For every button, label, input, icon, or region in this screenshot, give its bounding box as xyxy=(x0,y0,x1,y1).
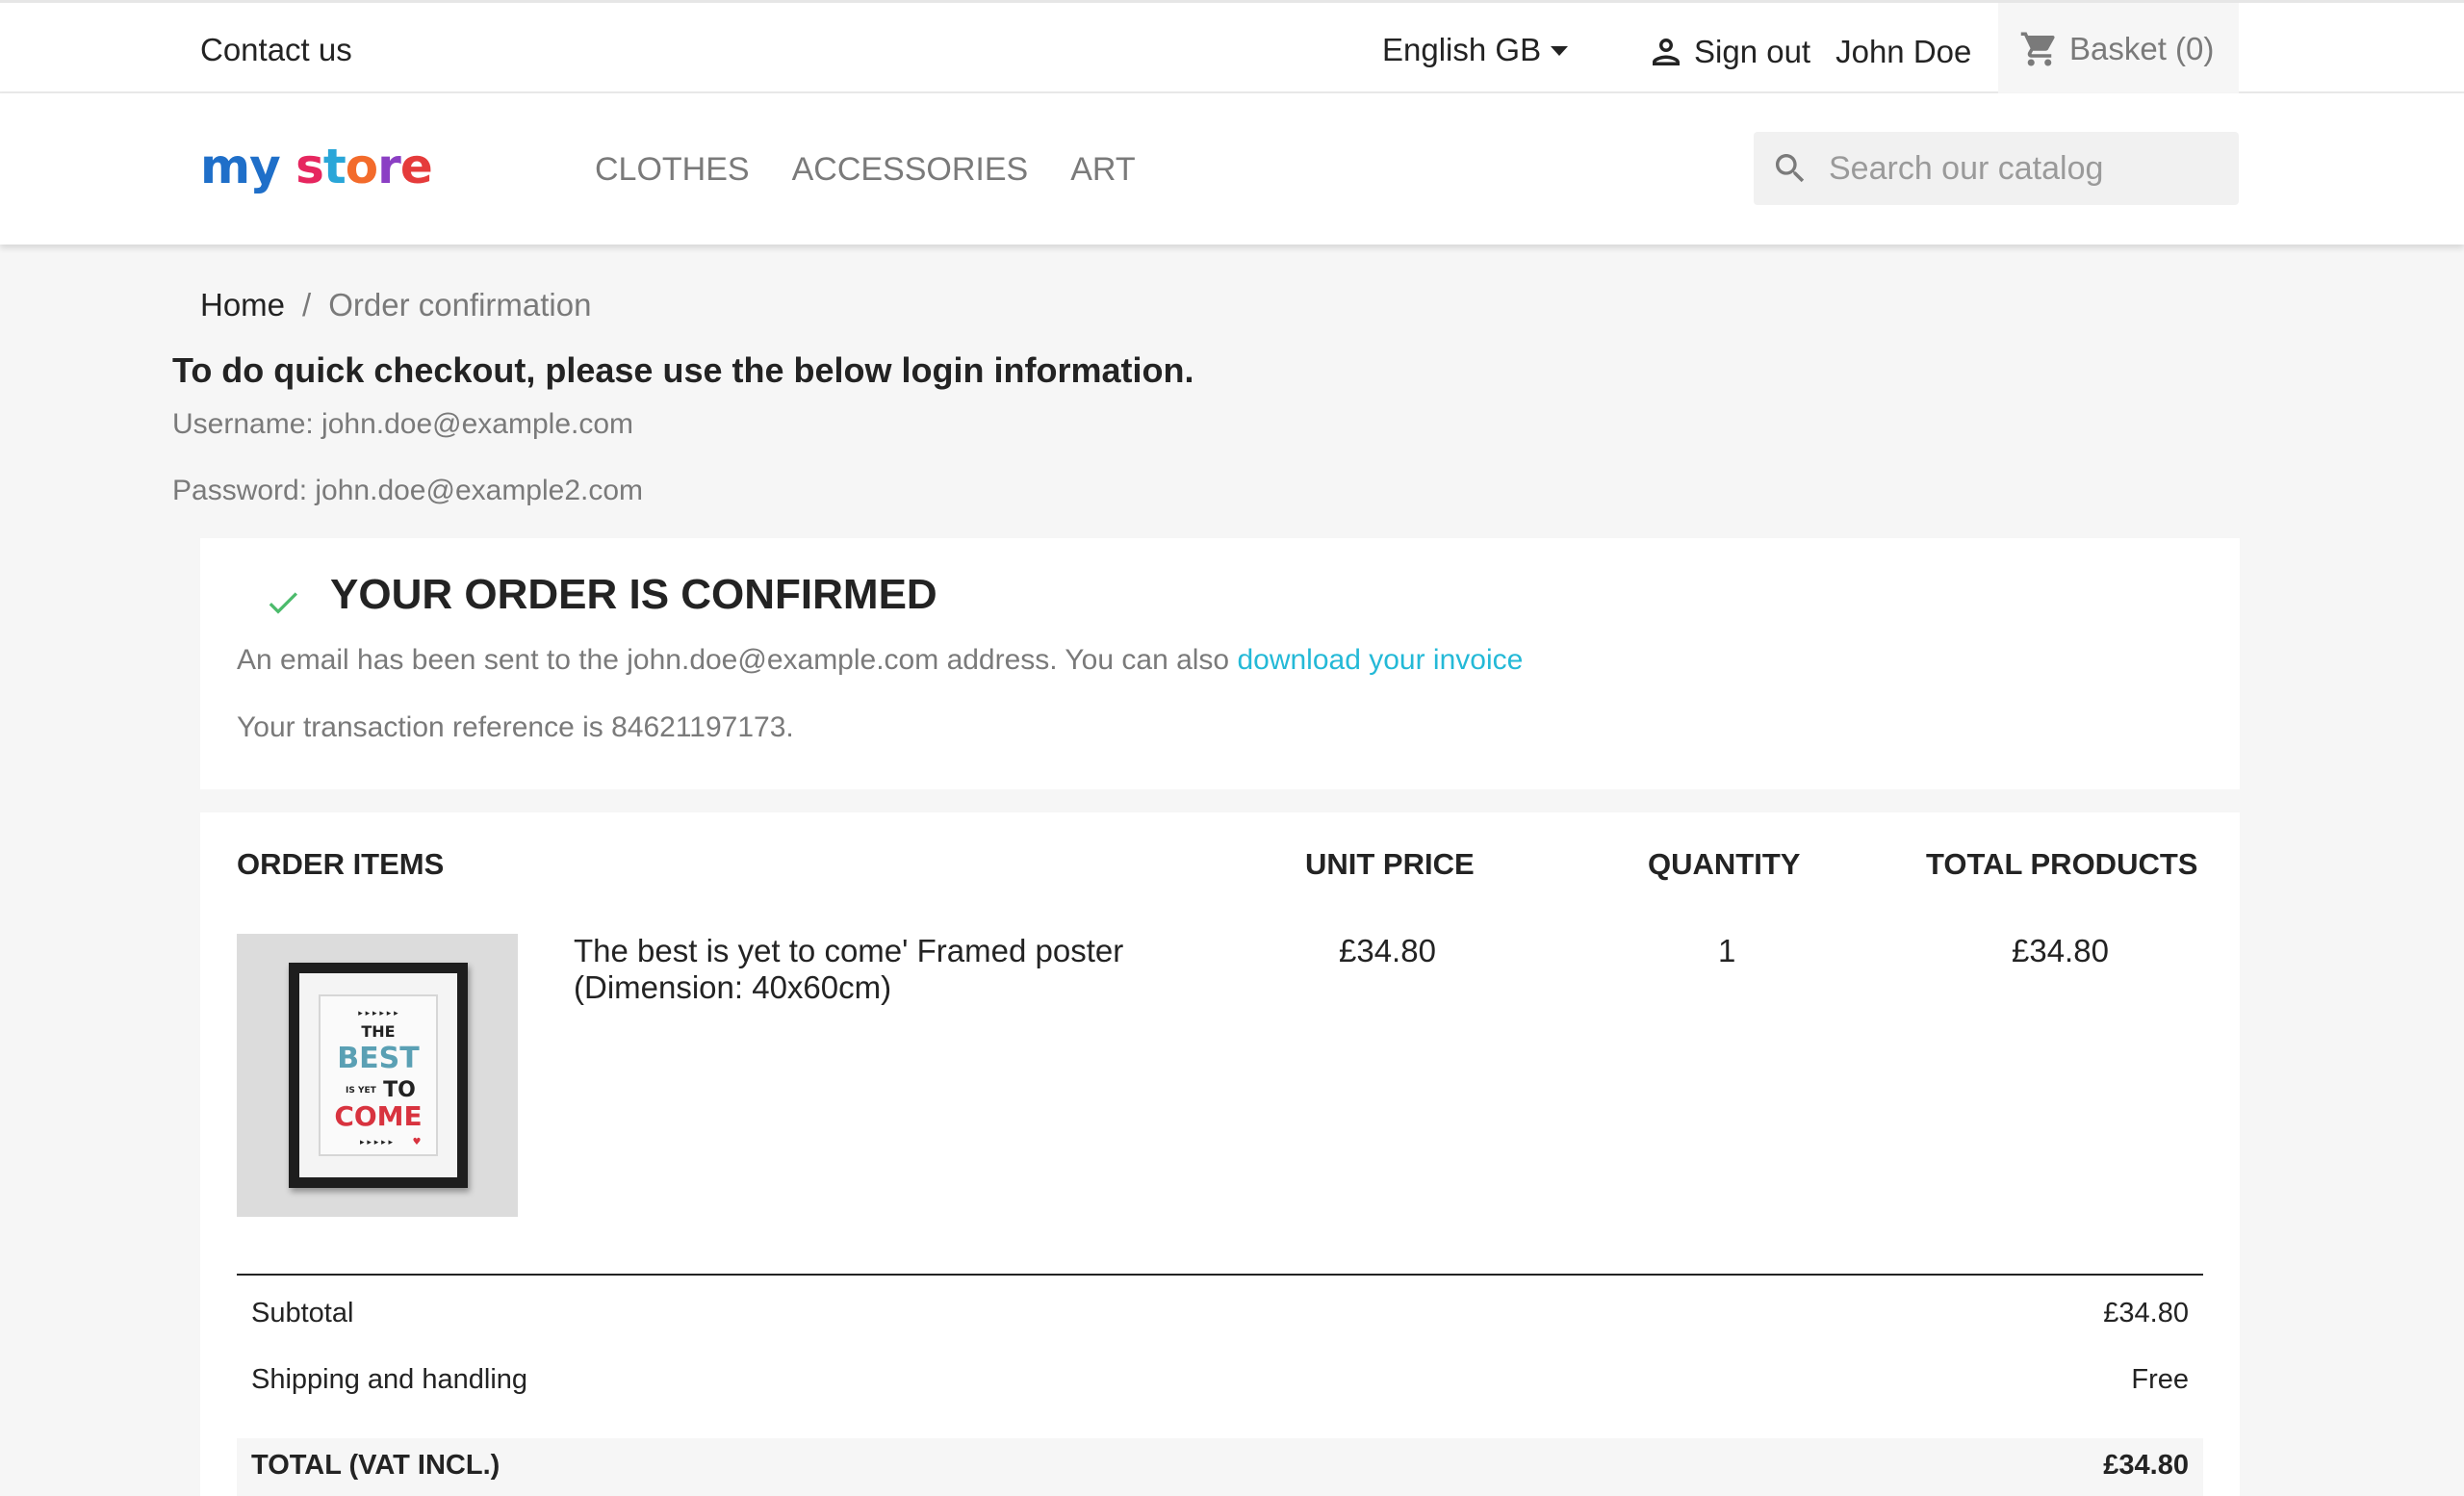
caret-down-icon xyxy=(1551,46,1569,56)
subtotal-row: Subtotal £34.80 xyxy=(237,1286,2203,1344)
search-box xyxy=(1754,132,2239,205)
store-logo[interactable]: my store xyxy=(200,139,433,194)
user-icon xyxy=(1653,39,1680,65)
totals-divider xyxy=(237,1274,2203,1276)
svg-text:▸ ▸ ▸ ▸ ▸: ▸ ▸ ▸ ▸ ▸ xyxy=(360,1138,394,1148)
search-input[interactable] xyxy=(1829,149,2214,188)
order-items-card: ORDER ITEMS UNIT PRICE QUANTITY TOTAL PR… xyxy=(200,812,2240,1496)
breadcrumb: Home / Order confirmation xyxy=(200,287,591,323)
header-total-products: TOTAL PRODUCTS xyxy=(1926,847,2198,881)
top-header: Contact us English GB Sign out John Doe … xyxy=(0,0,2464,94)
email-notice-text: An email has been sent to the john.doe@e… xyxy=(237,644,1238,676)
quantity-value: 1 xyxy=(1718,933,1736,968)
menu-item-clothes[interactable]: CLOTHES xyxy=(595,151,750,189)
shipping-label: Shipping and handling xyxy=(251,1364,528,1395)
cart-icon xyxy=(2020,32,2055,65)
breadcrumb-home[interactable]: Home xyxy=(200,287,285,323)
header-quantity: QUANTITY xyxy=(1648,847,1801,881)
total-value: £34.80 xyxy=(2103,1450,2189,1481)
basket-button[interactable]: Basket (0) xyxy=(1998,3,2239,94)
shipping-row: Shipping and handling Free xyxy=(237,1353,2203,1410)
header-order-items: ORDER ITEMS xyxy=(237,847,445,881)
transaction-reference: Your transaction reference is 8462119717… xyxy=(237,711,794,743)
email-notice: An email has been sent to the john.doe@e… xyxy=(237,644,1523,677)
download-invoice-link[interactable]: download your invoice xyxy=(1237,644,1523,676)
category-menu: CLOTHES ACCESSORIES ART xyxy=(595,151,1136,189)
subtotal-value: £34.80 xyxy=(2103,1298,2189,1328)
quick-checkout-heading: To do quick checkout, please use the bel… xyxy=(172,350,1194,390)
product-image: ▸ ▸ ▸ ▸ ▸ ▸ THE BEST IS YET TO COME ▸ ▸ … xyxy=(237,934,518,1217)
total-label: TOTAL (VAT INCL.) xyxy=(251,1450,500,1481)
unit-price-value: £34.80 xyxy=(1339,933,1436,968)
order-confirmation-card: YOUR ORDER IS CONFIRMED An email has bee… xyxy=(200,538,2240,789)
search-icon[interactable] xyxy=(1771,149,1810,188)
breadcrumb-current: Order confirmation xyxy=(328,287,592,322)
language-selector[interactable]: English GB xyxy=(1382,32,1569,68)
basket-label: Basket (0) xyxy=(2069,30,2215,66)
user-info: Sign out John Doe xyxy=(1646,32,1971,72)
check-icon xyxy=(269,592,297,614)
subtotal-label: Subtotal xyxy=(251,1298,354,1328)
confirmation-title: YOUR ORDER IS CONFIRMED xyxy=(330,571,937,618)
total-row: TOTAL (VAT INCL.) £34.80 xyxy=(237,1438,2203,1496)
language-label: English GB xyxy=(1382,32,1542,67)
svg-text:▸ ▸ ▸ ▸ ▸ ▸: ▸ ▸ ▸ ▸ ▸ ▸ xyxy=(358,1009,398,1019)
svg-text:BEST: BEST xyxy=(337,1042,420,1075)
svg-text:♥: ♥ xyxy=(413,1137,422,1148)
header-unit-price: UNIT PRICE xyxy=(1305,847,1475,881)
svg-text:IS YET: IS YET xyxy=(346,1086,377,1096)
svg-text:THE: THE xyxy=(361,1022,395,1041)
breadcrumb-separator: / xyxy=(302,287,312,322)
contact-us-link[interactable]: Contact us xyxy=(200,32,352,68)
menu-item-accessories[interactable]: ACCESSORIES xyxy=(792,151,1029,189)
svg-text:COME: COME xyxy=(334,1100,422,1132)
product-name: The best is yet to come' Framed poster (… xyxy=(574,933,1124,1005)
poster-frame: ▸ ▸ ▸ ▸ ▸ ▸ THE BEST IS YET TO COME ▸ ▸ … xyxy=(289,963,468,1188)
account-name-link[interactable]: John Doe xyxy=(1835,34,1971,70)
menu-item-art[interactable]: ART xyxy=(1070,151,1135,189)
svg-text:TO: TO xyxy=(383,1078,416,1102)
poster-art: ▸ ▸ ▸ ▸ ▸ ▸ THE BEST IS YET TO COME ▸ ▸ … xyxy=(319,994,438,1156)
login-password: Password: john.doe@example2.com xyxy=(172,475,644,506)
total-products-value: £34.80 xyxy=(2012,933,2109,968)
main-navigation: my store CLOTHES ACCESSORIES ART xyxy=(0,93,2464,245)
login-username: Username: john.doe@example.com xyxy=(172,408,634,440)
poster-graphic: ▸ ▸ ▸ ▸ ▸ ▸ THE BEST IS YET TO COME ▸ ▸ … xyxy=(334,1009,422,1148)
shipping-value: Free xyxy=(2131,1364,2189,1395)
sign-out-link[interactable]: Sign out xyxy=(1694,34,1810,70)
